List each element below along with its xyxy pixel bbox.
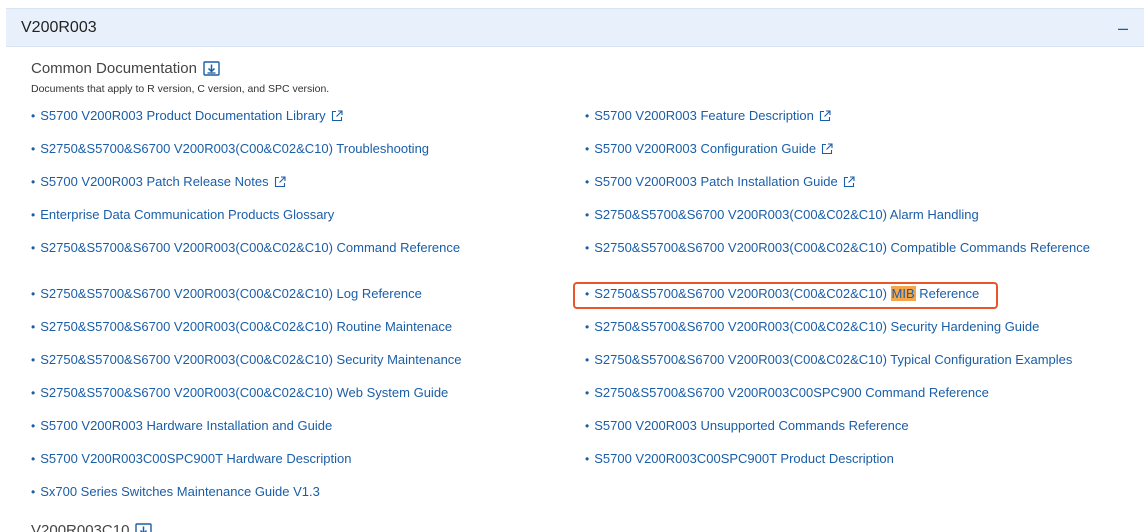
next-section-title-text: V200R003C10 bbox=[31, 522, 130, 532]
doc-link-right-7[interactable]: • S2750&S5700&S6700 V200R003(C00&C02&C10)… bbox=[585, 319, 1039, 334]
doc-link-right-5[interactable]: • S2750&S5700&S6700 V200R003(C00&C02&C10)… bbox=[585, 240, 1090, 255]
doc-link-right-6[interactable]: • S2750&S5700&S6700 V200R003(C00&C02&C10)… bbox=[585, 286, 979, 301]
doc-link-label: S2750&S5700&S6700 V200R003(C00&C02&C10) bbox=[594, 286, 891, 301]
collapse-icon[interactable]: – bbox=[1118, 19, 1128, 37]
bullet-icon: • bbox=[31, 451, 36, 466]
bullet-icon: • bbox=[585, 451, 590, 466]
bullet-icon: • bbox=[31, 141, 36, 156]
doc-link-right-9[interactable]: • S2750&S5700&S6700 V200R003C00SPC900 Com… bbox=[585, 385, 989, 400]
external-link-icon bbox=[819, 109, 831, 121]
bullet-icon: • bbox=[31, 385, 36, 400]
bullet-icon: • bbox=[585, 319, 590, 334]
doc-link-left-10[interactable]: • S5700 V200R003 Hardware Installation an… bbox=[31, 418, 332, 433]
bullet-icon: • bbox=[31, 319, 36, 334]
doc-link-label: S5700 V200R003 Patch Installation Guide bbox=[594, 174, 838, 189]
doc-link-label: S2750&S5700&S6700 V200R003(C00&C02&C10) … bbox=[594, 319, 1040, 334]
bullet-icon: • bbox=[585, 418, 590, 433]
section-title-text: Common Documentation bbox=[31, 60, 197, 77]
bullet-icon: • bbox=[585, 174, 590, 189]
bullet-icon: • bbox=[31, 207, 36, 222]
bullet-icon: • bbox=[31, 240, 36, 255]
bullet-icon: • bbox=[31, 352, 36, 367]
doc-link-left-5[interactable]: • S2750&S5700&S6700 V200R003(C00&C02&C10)… bbox=[31, 240, 460, 255]
bullet-icon: • bbox=[585, 352, 590, 367]
doc-link-right-2[interactable]: • S5700 V200R003 Configuration Guide bbox=[585, 141, 833, 156]
doc-link-label: S5700 V200R003 Feature Description bbox=[594, 108, 814, 123]
search-highlight: MIB bbox=[890, 286, 916, 301]
bullet-icon: • bbox=[31, 418, 36, 433]
doc-link-label: S2750&S5700&S6700 V200R003C00SPC900 Comm… bbox=[594, 385, 989, 400]
panel-title: V200R003 bbox=[21, 18, 97, 36]
doc-link-label: S2750&S5700&S6700 V200R003(C00&C02&C10) … bbox=[594, 240, 1090, 255]
doc-link-label: S2750&S5700&S6700 V200R003(C00&C02&C10) … bbox=[594, 352, 1073, 367]
doc-link-label: S5700 V200R003 Unsupported Commands Refe… bbox=[594, 418, 909, 433]
doc-link-label: S5700 V200R003 Product Documentation Lib… bbox=[40, 108, 326, 123]
doc-link-left-9[interactable]: • S2750&S5700&S6700 V200R003(C00&C02&C10)… bbox=[31, 385, 448, 400]
doc-link-label: Reference bbox=[915, 286, 980, 301]
doc-link-label: S2750&S5700&S6700 V200R003(C00&C02&C10) … bbox=[40, 141, 430, 156]
download-icon[interactable] bbox=[203, 61, 220, 76]
bullet-icon: • bbox=[31, 108, 36, 123]
external-link-icon bbox=[843, 175, 855, 187]
bullet-icon: • bbox=[31, 484, 36, 499]
bullet-icon: • bbox=[31, 174, 36, 189]
bullet-icon: • bbox=[585, 385, 590, 400]
doc-link-left-1[interactable]: • S5700 V200R003 Product Documentation Li… bbox=[31, 108, 343, 123]
external-link-icon bbox=[274, 175, 286, 187]
doc-link-right-10[interactable]: • S5700 V200R003 Unsupported Commands Ref… bbox=[585, 418, 909, 433]
doc-link-left-6[interactable]: • S2750&S5700&S6700 V200R003(C00&C02&C10)… bbox=[31, 286, 422, 301]
doc-link-label: S2750&S5700&S6700 V200R003(C00&C02&C10) … bbox=[594, 207, 979, 222]
doc-link-left-12[interactable]: • Sx700 Series Switches Maintenance Guide… bbox=[31, 484, 320, 499]
doc-link-label: S2750&S5700&S6700 V200R003(C00&C02&C10) … bbox=[40, 385, 449, 400]
doc-link-right-11[interactable]: • S5700 V200R003C00SPC900T Product Descri… bbox=[585, 451, 894, 466]
doc-link-left-3[interactable]: • S5700 V200R003 Patch Release Notes bbox=[31, 174, 286, 189]
bullet-icon: • bbox=[585, 240, 590, 255]
doc-link-label: S5700 V200R003 Hardware Installation and… bbox=[40, 418, 333, 433]
external-link-icon bbox=[822, 142, 833, 154]
external-link-icon bbox=[331, 109, 343, 121]
doc-link-right-3[interactable]: • S5700 V200R003 Patch Installation Guide bbox=[585, 174, 855, 189]
doc-link-left-7[interactable]: • S2750&S5700&S6700 V200R003(C00&C02&C10)… bbox=[31, 319, 452, 334]
section-description: Documents that apply to R version, C ver… bbox=[31, 83, 330, 95]
doc-link-left-8[interactable]: • S2750&S5700&S6700 V200R003(C00&C02&C10)… bbox=[31, 352, 462, 367]
bullet-icon: • bbox=[31, 286, 36, 301]
section-title: Common Documentation bbox=[31, 60, 220, 77]
doc-link-label: S2750&S5700&S6700 V200R003(C00&C02&C10) … bbox=[40, 352, 462, 367]
doc-link-label: S5700 V200R003C00SPC900T Product Descrip… bbox=[594, 451, 894, 466]
doc-link-label: S5700 V200R003C00SPC900T Hardware Descri… bbox=[40, 451, 352, 466]
next-section-title: V200R003C10 bbox=[31, 522, 153, 532]
doc-link-label: S5700 V200R003 Patch Release Notes bbox=[40, 174, 269, 189]
panel-header[interactable]: V200R003 – bbox=[6, 8, 1144, 47]
doc-link-right-8[interactable]: • S2750&S5700&S6700 V200R003(C00&C02&C10)… bbox=[585, 352, 1072, 367]
doc-link-right-4[interactable]: • S2750&S5700&S6700 V200R003(C00&C02&C10)… bbox=[585, 207, 979, 222]
doc-link-left-4[interactable]: • Enterprise Data Communication Products … bbox=[31, 207, 334, 222]
bullet-icon: • bbox=[585, 286, 590, 301]
download-icon[interactable] bbox=[135, 523, 153, 532]
bullet-icon: • bbox=[585, 141, 590, 156]
doc-link-label: S2750&S5700&S6700 V200R003(C00&C02&C10) … bbox=[40, 319, 453, 334]
doc-link-label: S2750&S5700&S6700 V200R003(C00&C02&C10) … bbox=[40, 240, 461, 255]
bullet-icon: • bbox=[585, 207, 590, 222]
doc-link-label: S5700 V200R003 Configuration Guide bbox=[594, 141, 817, 156]
bullet-icon: • bbox=[585, 108, 590, 123]
doc-link-left-2[interactable]: • S2750&S5700&S6700 V200R003(C00&C02&C10)… bbox=[31, 141, 429, 156]
doc-link-label: Sx700 Series Switches Maintenance Guide … bbox=[40, 484, 320, 499]
doc-link-label: Enterprise Data Communication Products G… bbox=[40, 207, 335, 222]
doc-link-label: S2750&S5700&S6700 V200R003(C00&C02&C10) … bbox=[40, 286, 422, 301]
doc-link-right-1[interactable]: • S5700 V200R003 Feature Description bbox=[585, 108, 831, 123]
doc-link-left-11[interactable]: • S5700 V200R003C00SPC900T Hardware Descr… bbox=[31, 451, 351, 466]
